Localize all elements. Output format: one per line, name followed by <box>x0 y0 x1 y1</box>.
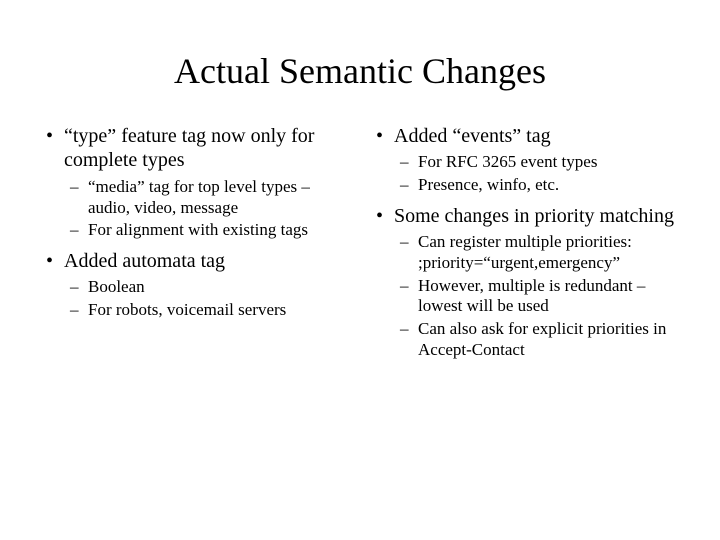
sub-bullet-item: However, multiple is redundant – lowest … <box>394 276 680 317</box>
sub-bullet-item: For alignment with existing tags <box>64 220 350 241</box>
bullet-text: Added automata tag <box>64 250 225 272</box>
slide-title: Actual Semantic Changes <box>40 50 680 92</box>
sub-bullet-item: For RFC 3265 event types <box>394 152 680 173</box>
sub-bullet-item: Boolean <box>64 277 350 298</box>
bullet-item: Added “events” tag For RFC 3265 event ty… <box>370 124 680 196</box>
sub-bullet-item: For robots, voicemail servers <box>64 300 350 321</box>
bullet-item: Added automata tag Boolean For robots, v… <box>40 249 350 321</box>
bullet-item: Some changes in priority matching Can re… <box>370 204 680 361</box>
bullet-text: “type” feature tag now only for complete… <box>64 125 314 171</box>
sub-bullet-item: Presence, winfo, etc. <box>394 175 680 196</box>
bullet-item: “type” feature tag now only for complete… <box>40 124 350 241</box>
content-columns: “type” feature tag now only for complete… <box>40 124 680 369</box>
bullet-text: Added “events” tag <box>394 125 551 147</box>
sub-bullet-item: Can also ask for explicit priorities in … <box>394 319 680 360</box>
sub-bullet-item: Can register multiple priorities: ;prior… <box>394 232 680 273</box>
right-column: Added “events” tag For RFC 3265 event ty… <box>370 124 680 369</box>
left-column: “type” feature tag now only for complete… <box>40 124 350 369</box>
sub-bullet-item: “media” tag for top level types – audio,… <box>64 177 350 218</box>
bullet-text: Some changes in priority matching <box>394 205 674 227</box>
